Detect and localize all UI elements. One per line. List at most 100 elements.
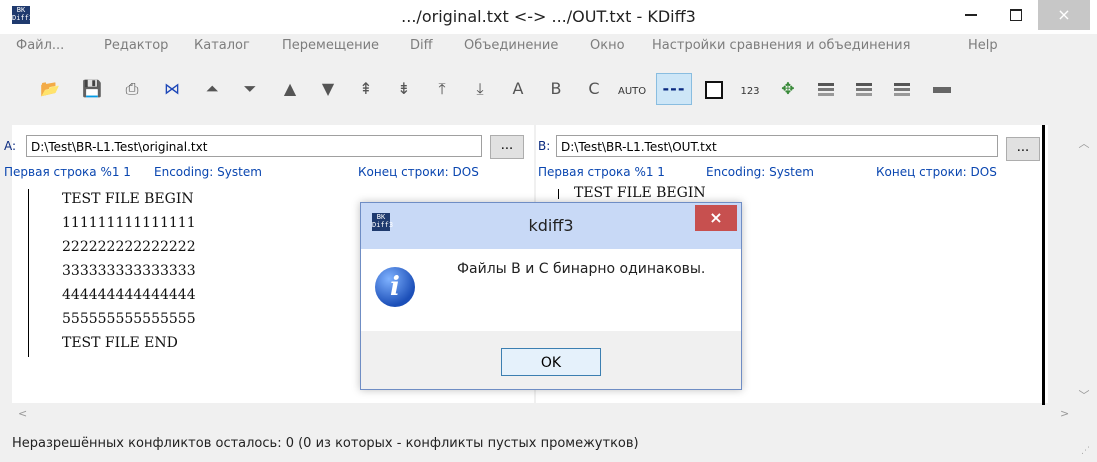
pane-b-eol: Конец строки: DOS: [876, 165, 997, 179]
pane-a-label: A:: [4, 139, 17, 153]
pane-b-first-line: Первая строка %1 1: [538, 165, 665, 179]
first-delta-icon: ⏶: [205, 79, 219, 98]
prev-delta-icon: ▲: [283, 79, 297, 98]
next-conflict-button[interactable]: ⇟: [390, 75, 418, 103]
toggle-bar-button[interactable]: [928, 75, 956, 103]
auto-advance-button[interactable]: AUTO: [618, 75, 646, 103]
dialog-body: i Файлы B и C бинарно одинаковы. OK: [361, 249, 741, 389]
next-unsolved-button[interactable]: ⤓: [466, 75, 494, 103]
diff-overview-bar: [1042, 125, 1045, 405]
pane-a-path-input[interactable]: D:\Test\BR-L1.Test\original.txt: [26, 135, 482, 157]
select-a-button[interactable]: A: [504, 75, 532, 103]
last-delta-button[interactable]: ⏷: [236, 75, 264, 103]
prev-unsolved-button[interactable]: ⤒: [428, 75, 456, 103]
print-button[interactable]: ⎙: [118, 75, 146, 103]
select-a-icon: A: [512, 79, 524, 98]
scroll-right-icon[interactable]: >: [1060, 407, 1069, 420]
open-icon: 📂: [40, 79, 60, 98]
minimize-button[interactable]: [948, 0, 994, 30]
scroll-left-icon[interactable]: <: [18, 407, 27, 420]
first-delta-button[interactable]: ⏶: [198, 75, 226, 103]
menu-bar: Файл... Редактор Каталог Перемещение Dif…: [0, 34, 1097, 58]
pane-a-text[interactable]: TEST FILE BEGIN 111111111111111 22222222…: [62, 187, 196, 355]
pane-b-path-input[interactable]: D:\Test\BR-L1.Test\OUT.txt: [556, 135, 998, 157]
maximize-icon: [1010, 9, 1022, 21]
next-unsolved-icon: ⤓: [476, 79, 484, 98]
select-b-button[interactable]: B: [542, 75, 570, 103]
kdiff3-window: BK Diff3 .../original.txt <-> .../OUT.txt…: [0, 0, 1097, 462]
prev-delta-button[interactable]: ▲: [276, 75, 304, 103]
next-conflict-icon: ⇟: [397, 79, 411, 98]
show-whitespace-chars-button[interactable]: [700, 75, 728, 103]
close-icon: ×: [1057, 5, 1071, 24]
open-button[interactable]: 📂: [36, 75, 64, 103]
horizontal-scrollbar[interactable]: < >: [12, 405, 1072, 423]
status-text: Неразрешённых конфликтов осталось: 0 (0 …: [12, 436, 639, 451]
next-delta-button[interactable]: ▼: [314, 75, 342, 103]
prev-conflict-button[interactable]: ⇞: [352, 75, 380, 103]
window-split-button[interactable]: [812, 75, 840, 103]
pane-b-encoding: Encoding: System: [706, 165, 814, 179]
information-icon: i: [375, 267, 415, 307]
resize-grip-icon[interactable]: ⋰: [1081, 446, 1091, 456]
menu-window[interactable]: Окно: [590, 38, 625, 53]
dialog-message: Файлы B и C бинарно одинаковы.: [457, 261, 706, 277]
code-line: 111111111111111: [62, 215, 196, 231]
print-icon: ⎙: [125, 79, 139, 98]
show-whitespace-chars-icon: [705, 80, 723, 99]
auto-advance-icon: AUTO: [618, 86, 647, 97]
menu-edit[interactable]: Редактор: [104, 38, 168, 53]
ok-button[interactable]: OK: [501, 348, 601, 376]
menu-directory[interactable]: Каталог: [194, 38, 250, 53]
prev-conflict-icon: ⇞: [359, 79, 373, 98]
last-delta-icon: ⏷: [243, 79, 257, 98]
menu-settings[interactable]: Настройки сравнения и объединения: [652, 38, 910, 53]
scroll-down-icon[interactable]: ﹀: [1076, 387, 1092, 403]
diff-overview-icon: ✥: [781, 79, 795, 98]
menu-help[interactable]: Help: [968, 38, 998, 53]
menu-diff[interactable]: Diff: [410, 38, 433, 53]
scroll-up-icon[interactable]: ︿: [1076, 135, 1092, 151]
prev-unsolved-icon: ⤒: [438, 79, 446, 98]
code-line: 222222222222222: [62, 239, 196, 255]
select-c-icon: C: [588, 79, 600, 98]
close-icon: ×: [709, 208, 723, 227]
status-bar: Неразрешённых конфликтов осталось: 0 (0 …: [0, 430, 1097, 462]
menu-movement[interactable]: Перемещение: [282, 38, 379, 53]
dialog-footer: OK: [361, 331, 741, 389]
message-dialog: BK Diff3 kdiff3 × i Файлы B и C бинарно о…: [360, 202, 742, 390]
bowtie-button[interactable]: ⋈: [158, 75, 186, 103]
bowtie-icon: ⋈: [164, 79, 180, 98]
code-line: 333333333333333: [62, 263, 196, 279]
window-split-icon: [818, 83, 834, 96]
dialog-title: kdiff3: [528, 216, 574, 235]
menu-file[interactable]: Файл...: [16, 38, 64, 53]
save-icon: 💾: [82, 79, 102, 98]
show-whitespace-icon: ---: [662, 79, 686, 98]
line-numbers-icon: 123: [740, 86, 760, 97]
select-b-icon: B: [550, 79, 562, 98]
close-button[interactable]: ×: [1038, 0, 1090, 30]
dialog-close-button[interactable]: ×: [695, 205, 737, 231]
vertical-split-button[interactable]: [888, 75, 916, 103]
pane-a-encoding: Encoding: System: [154, 165, 262, 179]
maximize-button[interactable]: [994, 0, 1038, 30]
window-title: .../original.txt <-> .../OUT.txt - KDiff…: [401, 7, 696, 26]
menu-merge[interactable]: Объединение: [464, 38, 558, 53]
code-line: TEST FILE BEGIN: [62, 191, 194, 207]
next-delta-icon: ▼: [321, 79, 335, 98]
horizontal-split-button[interactable]: [850, 75, 878, 103]
pane-a-browse-button[interactable]: ...: [490, 135, 524, 159]
code-line: TEST FILE END: [62, 335, 178, 351]
pane-b-browse-button[interactable]: ...: [1006, 137, 1040, 161]
vertical-scrollbar[interactable]: ︿ ﹀: [1072, 125, 1097, 405]
pane-a-first-line: Первая строка %1 1: [4, 165, 131, 179]
title-bar: BK Diff3 .../original.txt <-> .../OUT.txt…: [0, 0, 1097, 34]
code-line: 555555555555555: [62, 311, 196, 327]
horizontal-split-icon: [856, 83, 872, 96]
line-numbers-button[interactable]: 123: [736, 75, 764, 103]
select-c-button[interactable]: C: [580, 75, 608, 103]
diff-overview-button[interactable]: ✥: [774, 75, 802, 103]
show-whitespace-button[interactable]: ---: [656, 73, 692, 105]
save-button[interactable]: 💾: [78, 75, 106, 103]
